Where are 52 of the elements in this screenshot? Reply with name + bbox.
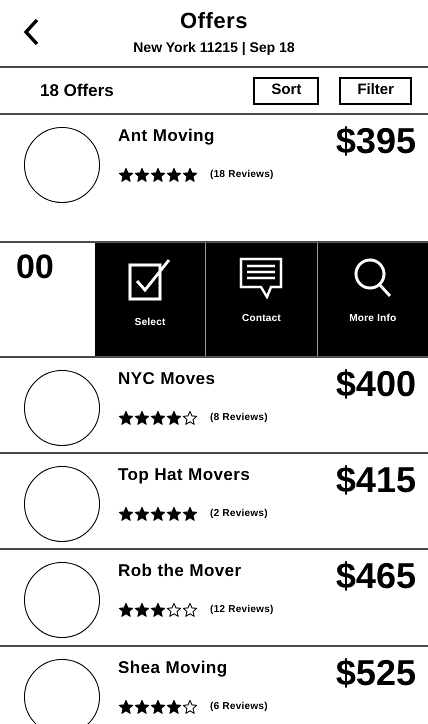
star-icon [134, 698, 150, 714]
review-count: (8 Reviews) [210, 411, 268, 425]
price: $415 [336, 458, 417, 502]
swipe-action-button[interactable]: Contact [205, 243, 317, 356]
mover-name[interactable]: Rob the Mover [118, 558, 336, 584]
star-icon [134, 410, 150, 426]
star-icon [150, 166, 166, 182]
review-count: (2 Reviews) [210, 507, 268, 521]
star-icon [150, 506, 166, 522]
star-icon [118, 698, 134, 714]
swipe-action-button[interactable]: More Info [316, 243, 428, 356]
star-icon [118, 506, 134, 522]
star-outline-icon [166, 602, 182, 618]
swipe-action-button[interactable]: Select [95, 243, 206, 356]
star-icon [182, 506, 198, 522]
star-icon [118, 602, 134, 618]
page-title: Offers [180, 7, 248, 35]
star-outline-icon [182, 602, 198, 618]
review-count: (6 Reviews) [210, 700, 268, 714]
sort-button[interactable]: Sort [253, 76, 320, 104]
star-icon [150, 602, 166, 618]
speech-bubble-icon [239, 257, 284, 299]
price: $395 [336, 119, 417, 163]
star-icon [150, 410, 166, 426]
star-icon [166, 698, 182, 714]
price-fragment: 00 [16, 248, 54, 286]
location-date: New York 11215 | Sep 18 [133, 38, 295, 58]
price: $400 [336, 362, 417, 406]
star-icon [182, 166, 198, 182]
review-count: (18 Reviews) [210, 168, 274, 182]
star-icon [166, 410, 182, 426]
mover-name[interactable]: NYC Moves [118, 366, 336, 392]
star-icon [134, 602, 150, 618]
star-icon [134, 166, 150, 182]
mover-name[interactable]: Ant Moving [118, 123, 336, 148]
star-icon [166, 166, 182, 182]
star-icon [134, 506, 150, 522]
star-icon [118, 166, 134, 182]
star-icon [118, 410, 134, 426]
mover-name[interactable]: Top Hat Movers [118, 462, 336, 488]
back-icon[interactable] [22, 18, 40, 46]
filter-button[interactable]: Filter [339, 76, 412, 104]
review-count: (12 Reviews) [210, 603, 274, 617]
offer-count: 18 Offers [40, 80, 115, 102]
star-outline-icon [182, 698, 198, 714]
price: $525 [336, 651, 417, 695]
star-outline-icon [182, 410, 198, 426]
mover-name[interactable]: Shea Moving [118, 655, 336, 680]
search-icon [352, 257, 393, 299]
price: $465 [336, 554, 417, 598]
star-icon [166, 506, 182, 522]
star-icon [150, 698, 166, 714]
